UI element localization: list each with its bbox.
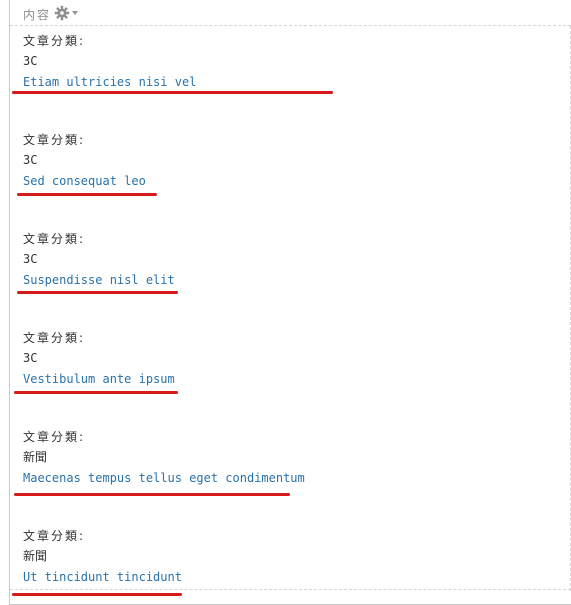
- footer-dashed-guide: [10, 589, 571, 590]
- category-label: 文章分類:: [23, 529, 86, 543]
- gear-icon[interactable]: [54, 5, 82, 21]
- category-label: 文章分類:: [23, 331, 86, 345]
- category-value: 3C: [23, 252, 38, 266]
- panel-title: 内容: [23, 8, 52, 22]
- red-underline-annotation: [12, 91, 333, 94]
- article-title-link[interactable]: Ut tincidunt tincidunt: [23, 570, 182, 584]
- category-value: 3C: [23, 153, 38, 167]
- category-label: 文章分類:: [23, 34, 86, 48]
- category-label: 文章分類:: [23, 232, 86, 246]
- category-value: 新聞: [23, 450, 48, 464]
- category-value: 3C: [23, 351, 38, 365]
- article-title-link[interactable]: Suspendisse nisl elit: [23, 273, 175, 287]
- category-value: 3C: [23, 54, 38, 68]
- article-title-link[interactable]: Sed consequat leo: [23, 174, 146, 188]
- red-underline-annotation: [12, 593, 182, 596]
- category-label: 文章分類:: [23, 430, 86, 444]
- panel-header: 内容: [10, 0, 571, 26]
- category-value: 新聞: [23, 549, 48, 563]
- article-title-link[interactable]: Etiam ultricies nisi vel: [23, 75, 196, 89]
- gear-dropdown-graphic: [54, 5, 78, 21]
- red-underline-annotation: [14, 391, 178, 394]
- caret-down-icon: [72, 11, 78, 15]
- red-underline-annotation: [17, 291, 178, 294]
- category-label: 文章分類:: [23, 133, 86, 147]
- article-title-link[interactable]: Vestibulum ante ipsum: [23, 372, 175, 386]
- article-title-link[interactable]: Maecenas tempus tellus eget condimentum: [23, 471, 305, 485]
- red-underline-annotation: [14, 493, 290, 496]
- red-underline-annotation: [17, 193, 157, 196]
